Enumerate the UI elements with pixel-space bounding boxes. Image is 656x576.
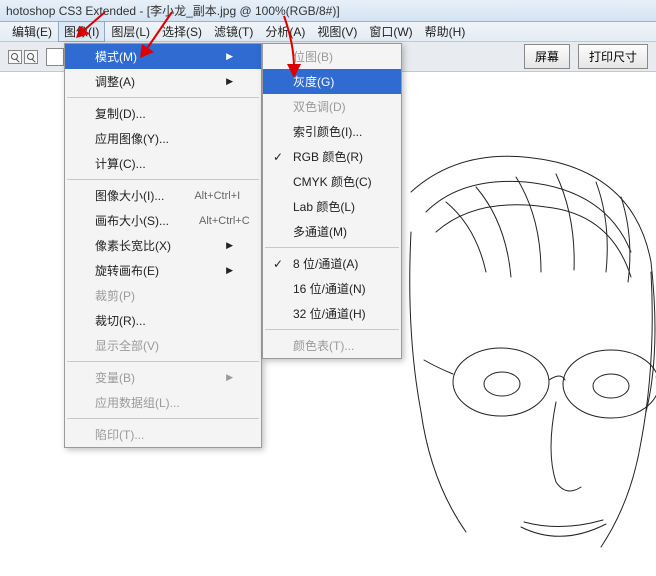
menu-select[interactable]: 选择(S) [156, 21, 208, 42]
menu-separator [67, 361, 259, 362]
mode-indexed[interactable]: 索引颜色(I)... [263, 119, 401, 144]
mode-16bit[interactable]: 16 位/通道(N) [263, 276, 401, 301]
menu-separator [67, 97, 259, 98]
mode-cmyk[interactable]: CMYK 颜色(C) [263, 169, 401, 194]
menu-separator [67, 179, 259, 180]
menu-apply-data-sets: 应用数据组(L)... [65, 390, 261, 415]
window-title: hotoshop CS3 Extended - [李小龙_副本.jpg @ 10… [6, 2, 340, 19]
chevron-right-icon: ▶ [226, 265, 233, 276]
mode-lab[interactable]: Lab 颜色(L) [263, 194, 401, 219]
shortcut-label: Alt+Ctrl+C [199, 215, 250, 227]
mode-bitmap: 位图(B) [263, 44, 401, 69]
menu-mode-label: 模式(M) [95, 48, 137, 65]
menu-edit[interactable]: 编辑(E) [6, 21, 58, 42]
screen-size-button[interactable]: 屏幕 [524, 44, 570, 69]
menu-analysis[interactable]: 分析(A) [259, 21, 311, 42]
mode-32bit[interactable]: 32 位/通道(H) [263, 301, 401, 326]
menu-variables: 变量(B) ▶ [65, 365, 261, 390]
chevron-right-icon: ▶ [226, 76, 233, 87]
menu-view[interactable]: 视图(V) [311, 21, 363, 42]
menu-calculations[interactable]: 计算(C)... [65, 151, 261, 176]
menu-trap: 陷印(T)... [65, 422, 261, 447]
mode-rgb[interactable]: ✓ RGB 颜色(R) [263, 144, 401, 169]
document-artwork [406, 152, 656, 572]
menu-separator [265, 329, 399, 330]
menu-canvas-size[interactable]: 画布大小(S)... Alt+Ctrl+C [65, 208, 261, 233]
mode-grayscale[interactable]: 灰度(G) [263, 69, 401, 94]
window-titlebar: hotoshop CS3 Extended - [李小龙_副本.jpg @ 10… [0, 0, 656, 22]
menu-adjustments-label: 调整(A) [95, 73, 135, 90]
menu-filter[interactable]: 滤镜(T) [208, 21, 259, 42]
chevron-right-icon: ▶ [226, 372, 233, 383]
menu-image[interactable]: 图像(I) [58, 21, 105, 42]
menu-reveal-all: 显示全部(V) [65, 333, 261, 358]
menu-separator [67, 418, 259, 419]
menu-adjustments[interactable]: 调整(A) ▶ [65, 69, 261, 94]
menu-rotate-canvas[interactable]: 旋转画布(E) ▶ [65, 258, 261, 283]
menu-pixel-aspect[interactable]: 像素长宽比(X) ▶ [65, 233, 261, 258]
mode-multichannel[interactable]: 多通道(M) [263, 219, 401, 244]
shortcut-label: Alt+Ctrl+I [194, 190, 240, 202]
zoom-out-icon[interactable] [24, 50, 38, 64]
chevron-right-icon: ▶ [226, 51, 233, 62]
menu-crop: 裁剪(P) [65, 283, 261, 308]
image-dropdown: 模式(M) ▶ 调整(A) ▶ 复制(D)... 应用图像(Y)... 计算(C… [64, 43, 262, 448]
print-size-button[interactable]: 打印尺寸 [578, 44, 648, 69]
mode-8bit[interactable]: ✓ 8 位/通道(A) [263, 251, 401, 276]
zoom-tool-icons [8, 50, 38, 64]
menu-layer[interactable]: 图层(L) [105, 21, 156, 42]
chevron-right-icon: ▶ [226, 240, 233, 251]
mode-duotone: 双色调(D) [263, 94, 401, 119]
menubar: 编辑(E) 图像(I) 图层(L) 选择(S) 滤镜(T) 分析(A) 视图(V… [0, 22, 656, 42]
menu-help[interactable]: 帮助(H) [419, 21, 472, 42]
check-icon: ✓ [273, 150, 283, 164]
menu-window[interactable]: 窗口(W) [363, 21, 418, 42]
menu-mode[interactable]: 模式(M) ▶ [65, 44, 261, 69]
toolbar-preset-box[interactable] [46, 48, 64, 66]
check-icon: ✓ [273, 257, 283, 271]
menu-apply-image[interactable]: 应用图像(Y)... [65, 126, 261, 151]
menu-image-size[interactable]: 图像大小(I)... Alt+Ctrl+I [65, 183, 261, 208]
mode-color-table: 颜色表(T)... [263, 333, 401, 358]
menu-separator [265, 247, 399, 248]
menu-trim[interactable]: 裁切(R)... [65, 308, 261, 333]
menu-duplicate[interactable]: 复制(D)... [65, 101, 261, 126]
zoom-in-icon[interactable] [8, 50, 22, 64]
mode-submenu: 位图(B) 灰度(G) 双色调(D) 索引颜色(I)... ✓ RGB 颜色(R… [262, 43, 402, 359]
